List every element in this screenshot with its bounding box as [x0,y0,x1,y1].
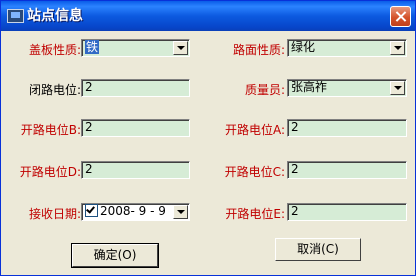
chevron-down-icon[interactable] [173,205,188,219]
closed-potential-label: 闭路电位: [28,83,81,97]
open-potential-d-input[interactable]: 2 [81,161,190,179]
window-title: 站点信息 [27,8,83,24]
cover-material-label: 盖板性质: [28,43,81,57]
chevron-down-icon[interactable] [390,81,405,95]
closed-potential-value: 2 [85,80,93,94]
road-surface-label: 路面性质: [232,43,285,57]
open-potential-c-label: 开路电位C: [224,165,285,179]
open-potential-d-value: 2 [85,162,93,176]
receive-date-value: 2008- 9 - 9 [100,204,166,218]
road-surface-select[interactable]: 绿化 [287,39,407,57]
open-potential-a-input[interactable]: 2 [287,119,407,137]
window-app-icon [7,9,24,23]
open-potential-e-value: 2 [291,204,299,218]
receive-date-label: 接收日期: [28,207,81,221]
closed-potential-input[interactable]: 2 [81,79,190,97]
open-potential-c-input[interactable]: 2 [287,161,407,179]
inspector-label: 质量员: [244,83,285,97]
dialog-window: 站点信息 盖板性质: 铁 路面性质: 绿化 闭路电位: 2 质量员: 张高祚 开… [0,0,416,276]
open-potential-d-label: 开路电位D: [19,165,81,179]
open-potential-c-value: 2 [291,162,299,176]
chevron-down-icon[interactable] [390,41,405,55]
cover-material-select[interactable]: 铁 [81,39,190,57]
open-potential-a-value: 2 [291,120,299,134]
open-potential-b-value: 2 [85,120,93,134]
open-potential-b-input[interactable]: 2 [81,119,190,137]
title-bar[interactable]: 站点信息 [1,1,415,31]
chevron-down-icon[interactable] [173,41,188,55]
road-surface-value: 绿化 [291,40,316,54]
inspector-value: 张高祚 [291,80,328,94]
close-button[interactable] [390,6,411,27]
checkbox-checked-icon[interactable] [85,204,98,217]
cover-material-value: 铁 [85,40,100,54]
receive-date-picker[interactable]: 2008- 9 - 9 [81,203,190,221]
open-potential-b-label: 开路电位B: [20,123,81,137]
ok-button[interactable]: 确定(O) [71,243,159,268]
open-potential-e-label: 开路电位E: [225,207,285,221]
open-potential-a-label: 开路电位A: [224,123,285,137]
cancel-button[interactable]: 取消(C) [275,238,361,261]
inspector-select[interactable]: 张高祚 [287,79,407,97]
open-potential-e-input[interactable]: 2 [287,203,407,221]
